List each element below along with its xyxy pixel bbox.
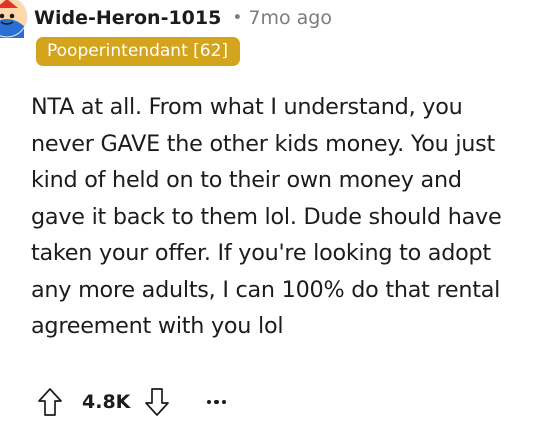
user-avatar[interactable] [0,0,28,38]
snoo-avatar-icon [0,0,28,38]
downvote-button[interactable] [139,384,175,420]
comment-age[interactable]: 7mo ago [248,7,332,29]
more-options-icon [206,399,227,405]
vote-score: 4.8K [82,391,131,413]
downvote-arrow-icon [145,388,170,416]
more-options-button[interactable] [201,384,231,420]
upvote-arrow-icon [38,388,62,416]
comment-action-bar: 4.8K [32,384,231,420]
comment-text: NTA at all. From what I understand, you … [31,94,502,339]
user-flair: Pooperintendant [62] [36,37,241,66]
author-username[interactable]: Wide-Heron-1015 [34,7,221,29]
upvote-button[interactable] [32,384,68,420]
comment-header: Wide-Heron-1015 • 7mo ago [34,4,332,32]
meta-separator: • [232,8,243,28]
